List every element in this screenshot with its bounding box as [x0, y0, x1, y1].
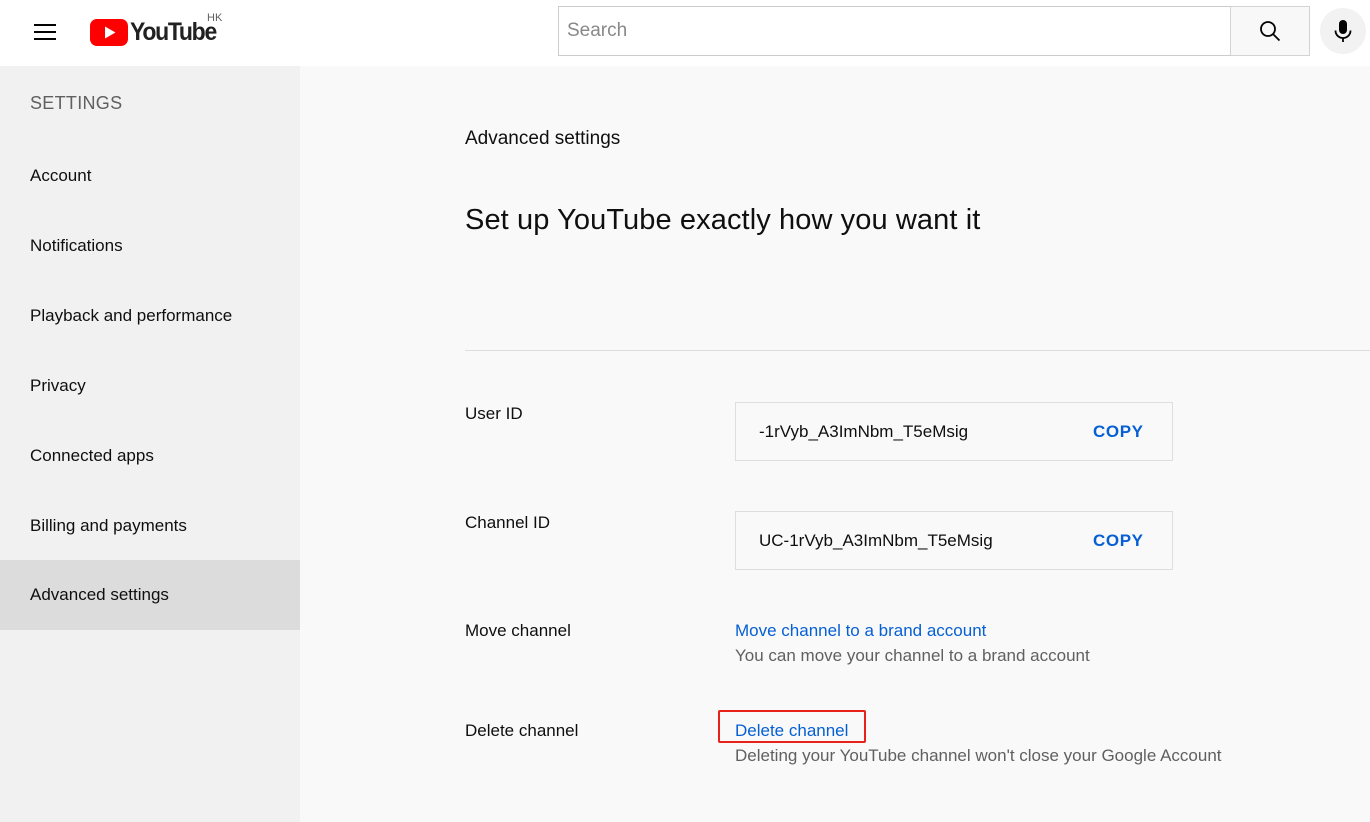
user-id-value: -1rVyb_A3ImNbm_T5eMsig	[759, 422, 969, 441]
sidebar-item-notifications[interactable]: Notifications	[0, 211, 300, 281]
youtube-logo-icon	[90, 18, 128, 46]
move-channel-label: Move channel	[465, 621, 571, 640]
microphone-icon	[1334, 20, 1352, 42]
search-box	[558, 6, 1231, 56]
country-code: HK	[207, 12, 223, 24]
move-channel-description: You can move your channel to a brand acc…	[735, 646, 1090, 665]
user-id-label: User ID	[465, 404, 523, 423]
sidebar-title: SETTINGS	[30, 93, 123, 113]
divider	[465, 350, 1370, 351]
menu-icon[interactable]	[22, 9, 68, 55]
copy-user-id-button[interactable]: COPY	[1093, 422, 1144, 442]
copy-channel-id-button[interactable]: COPY	[1093, 531, 1144, 551]
voice-search-button[interactable]	[1320, 8, 1366, 54]
sidebar-item-playback-and-performance[interactable]: Playback and performance	[0, 281, 300, 351]
page-subtitle: Set up YouTube exactly how you want it	[465, 204, 981, 236]
sidebar-item-billing-and-payments[interactable]: Billing and payments	[0, 491, 300, 561]
sidebar-item-label: Notifications	[30, 236, 123, 255]
logo-text: YouTube	[130, 17, 217, 46]
delete-channel-label: Delete channel	[465, 721, 579, 740]
sidebar-item-privacy[interactable]: Privacy	[0, 351, 300, 421]
sidebar-item-connected-apps[interactable]: Connected apps	[0, 421, 300, 491]
channel-id-value: UC-1rVyb_A3ImNbm_T5eMsig	[759, 531, 993, 550]
search-input[interactable]	[559, 7, 1231, 55]
search-button[interactable]	[1230, 6, 1310, 56]
sidebar-item-label: Playback and performance	[30, 306, 233, 325]
move-channel-link[interactable]: Move channel to a brand account	[735, 621, 986, 641]
youtube-logo[interactable]: YouTube	[90, 16, 223, 48]
sidebar-item-label: Connected apps	[30, 446, 154, 465]
sidebar-item-label: Billing and payments	[30, 516, 187, 535]
delete-channel-description: Deleting your YouTube channel won't clos…	[735, 746, 1222, 765]
user-id-box: -1rVyb_A3ImNbm_T5eMsig COPY	[735, 402, 1173, 461]
settings-sidebar: SETTINGS Account Notifications Playback …	[0, 66, 300, 822]
channel-id-box: UC-1rVyb_A3ImNbm_T5eMsig COPY	[735, 511, 1173, 570]
sidebar-item-account[interactable]: Account	[0, 141, 300, 211]
search-icon	[1260, 21, 1281, 42]
masthead: YouTube HK	[0, 0, 1370, 66]
delete-channel-link[interactable]: Delete channel	[735, 721, 848, 741]
sidebar-item-label: Account	[30, 166, 92, 185]
channel-id-label: Channel ID	[465, 513, 551, 532]
settings-main: Advanced settings Set up YouTube exactly…	[300, 66, 1370, 822]
sidebar-item-label: Advanced settings	[30, 585, 169, 604]
page-heading: Advanced settings	[465, 128, 621, 149]
sidebar-item-label: Privacy	[30, 376, 86, 395]
sidebar-item-advanced-settings[interactable]: Advanced settings	[0, 560, 300, 630]
